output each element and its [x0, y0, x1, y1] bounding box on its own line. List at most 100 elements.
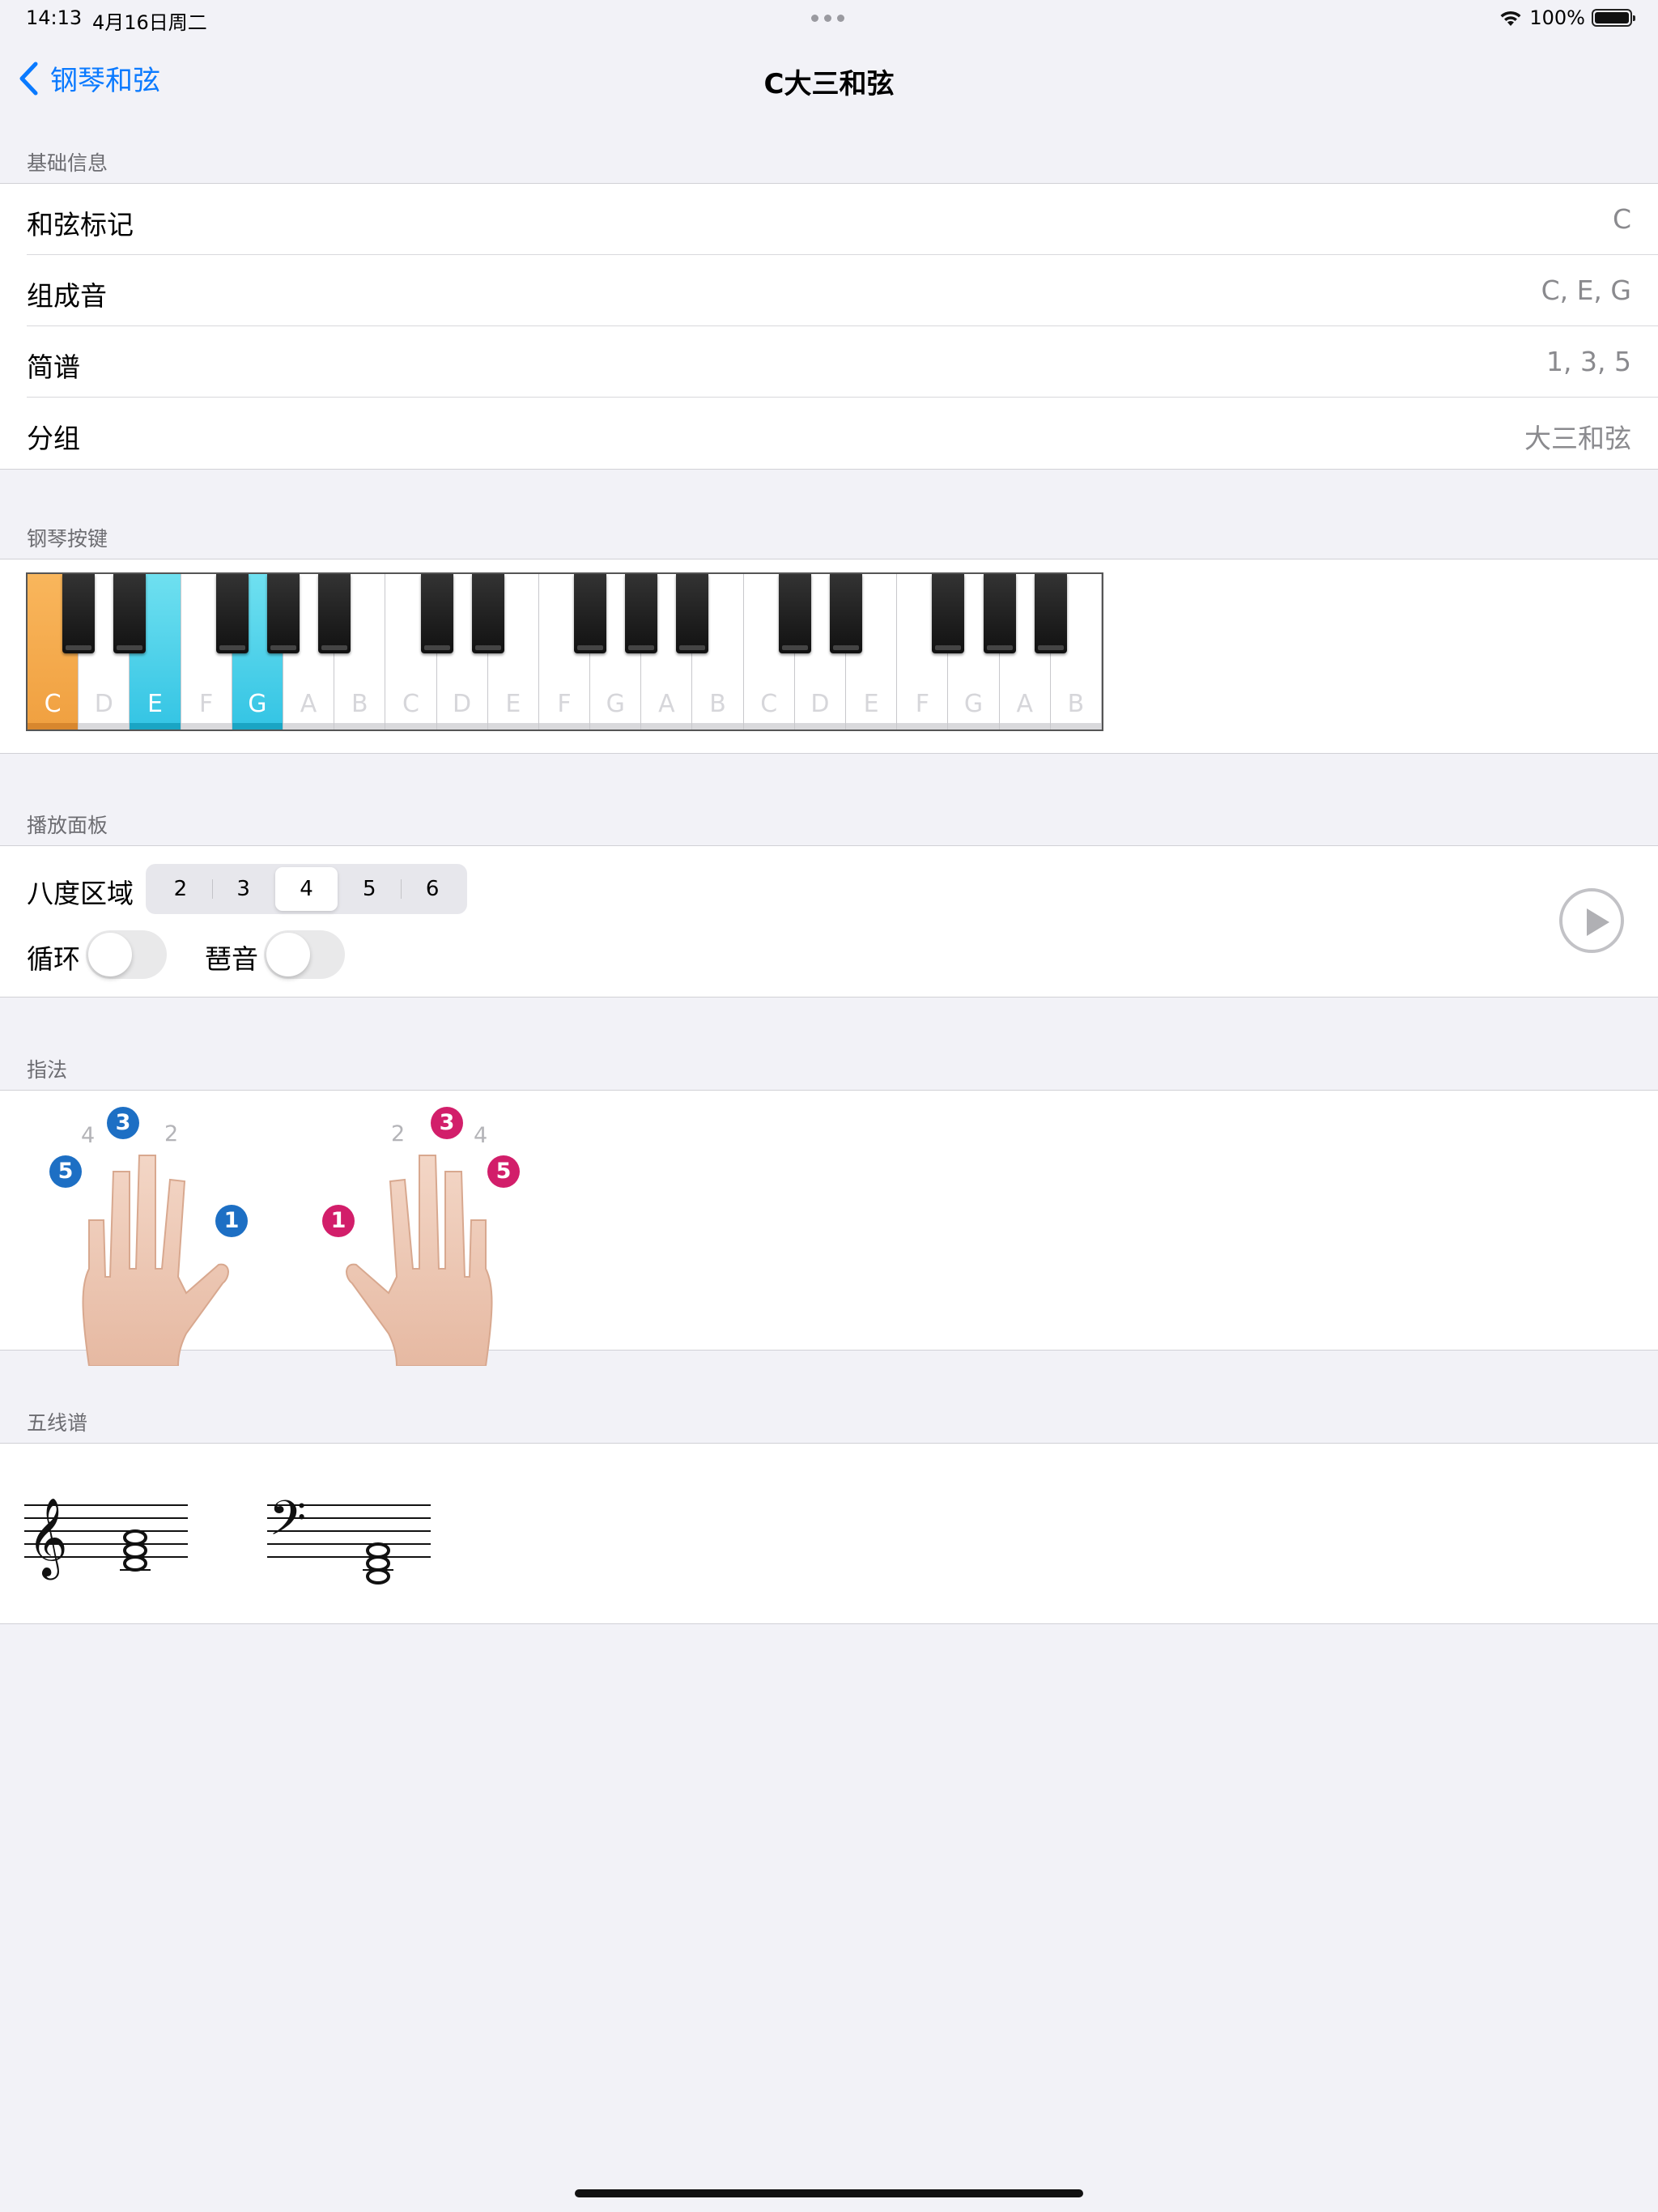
piano-black-key[interactable] [830, 574, 863, 653]
piano-key-label: F [199, 690, 214, 718]
piano-key-label: F [557, 690, 572, 718]
right-finger-1-badge: 1 [322, 1205, 355, 1237]
info-label: 简谱 [27, 351, 80, 383]
piano-black-key[interactable] [932, 574, 965, 653]
staff-header: 五线谱 [27, 1411, 88, 1435]
info-label: 和弦标记 [27, 209, 134, 240]
battery-percent: 100% [1529, 6, 1585, 29]
octave-segmented-control[interactable]: 2 3 4 5 6 [146, 864, 467, 914]
home-indicator[interactable] [575, 2189, 1083, 2197]
piano-key-label: A [1016, 690, 1033, 718]
battery-icon [1592, 9, 1635, 27]
piano-key-label: A [300, 690, 317, 718]
piano-key-label: C [44, 690, 62, 718]
left-finger-5-badge: 5 [49, 1155, 82, 1188]
right-finger-5-badge: 5 [487, 1155, 520, 1188]
piano-key-label: A [658, 690, 675, 718]
left-finger-4: 4 [81, 1123, 96, 1148]
octave-option-4[interactable]: 4 [274, 867, 338, 911]
left-finger-2: 2 [164, 1121, 179, 1146]
info-label: 组成音 [27, 280, 107, 312]
octave-option-3[interactable]: 3 [211, 867, 275, 911]
treble-staff: 𝄞 [24, 1497, 188, 1580]
info-row-notes: 组成音 C, E, G [27, 255, 1658, 326]
piano-key-label: D [453, 690, 472, 718]
bass-clef-icon: 𝄢 [269, 1490, 306, 1558]
fingering-header: 指法 [27, 1058, 68, 1082]
piano-key-label: E [505, 690, 521, 718]
wifi-icon [1500, 11, 1521, 26]
octave-label: 八度区域 [27, 878, 134, 909]
treble-clef-icon: 𝄞 [28, 1497, 68, 1580]
multitasking-dots-icon[interactable] [811, 15, 844, 22]
piano-key-label: G [606, 690, 625, 718]
navigation-bar: 钢琴和弦 C大三和弦 [0, 39, 1658, 120]
piano-black-key[interactable] [625, 574, 658, 653]
piano-card: CDEFGABCDEFGABCDEFGAB [0, 559, 1658, 754]
arpeggio-label: 琶音 [205, 943, 258, 975]
play-panel-card: 八度区域 2 3 4 5 6 循环 琶音 [0, 845, 1658, 998]
treble-chord-notes [123, 1529, 147, 1572]
basic-info-header: 基础信息 [27, 151, 108, 175]
piano-black-key[interactable] [215, 574, 249, 653]
piano-key-label: D [810, 690, 830, 718]
basic-info-card: 和弦标记 C 组成音 C, E, G 简谱 1, 3, 5 分组 大三和弦 [0, 183, 1658, 470]
piano-key-label: B [709, 690, 726, 718]
piano-keys-header: 钢琴按键 [27, 527, 108, 551]
piano-keyboard[interactable]: CDEFGABCDEFGABCDEFGAB [26, 572, 1103, 731]
piano-key-label: B [1067, 690, 1085, 718]
info-value: C, E, G [1541, 274, 1631, 306]
right-hand-icon [346, 1155, 493, 1366]
bass-staff: 𝄢 [267, 1490, 431, 1585]
piano-key-label: G [248, 690, 267, 718]
info-row-chord-symbol: 和弦标记 C [27, 184, 1658, 255]
piano-black-key[interactable] [676, 574, 709, 653]
piano-key-label: G [963, 690, 984, 718]
info-row-numbered-notation: 简谱 1, 3, 5 [27, 326, 1658, 398]
piano-black-key[interactable] [574, 574, 607, 653]
right-finger-4: 4 [474, 1123, 488, 1148]
octave-option-2[interactable]: 2 [149, 867, 212, 911]
left-hand-icon [82, 1155, 229, 1366]
right-finger-3-badge: 3 [431, 1107, 463, 1139]
loop-toggle[interactable] [86, 930, 167, 979]
piano-black-key[interactable] [266, 574, 300, 653]
piano-black-key[interactable] [983, 574, 1016, 653]
status-bar: 14:13 4月16日周二 100% [0, 0, 1658, 39]
play-button[interactable] [1559, 888, 1624, 953]
bass-chord-notes [366, 1542, 390, 1585]
piano-key-label: B [351, 690, 368, 718]
status-date: 4月16日周二 [92, 11, 207, 34]
arpeggio-toggle[interactable] [264, 930, 345, 979]
piano-black-key[interactable] [62, 574, 96, 653]
right-finger-2: 2 [391, 1121, 406, 1146]
staff-card: 𝄞 𝄢 [0, 1443, 1658, 1624]
page-title: C大三和弦 [763, 68, 895, 100]
octave-option-6[interactable]: 6 [401, 867, 464, 911]
piano-black-key[interactable] [471, 574, 504, 653]
left-finger-1-badge: 1 [215, 1205, 248, 1237]
piano-key-label: C [760, 690, 778, 718]
info-row-group: 分组 大三和弦 [27, 398, 1658, 469]
piano-black-key[interactable] [318, 574, 351, 653]
play-panel-header: 播放面板 [27, 814, 108, 837]
piano-key-label: C [402, 690, 419, 718]
piano-key-label: F [915, 690, 929, 718]
fingering-card: 4 2 5 3 1 2 4 1 3 5 [0, 1090, 1658, 1366]
info-value: C [1612, 203, 1631, 235]
loop-label: 循环 [27, 943, 80, 975]
piano-key-label: D [94, 690, 113, 718]
info-label: 分组 [27, 423, 80, 454]
piano-black-key[interactable] [113, 574, 147, 653]
piano-black-key[interactable] [420, 574, 453, 653]
status-indicators: 100% [1499, 6, 1635, 29]
piano-black-key[interactable] [778, 574, 811, 653]
piano-key-label: E [147, 690, 163, 718]
info-value: 1, 3, 5 [1546, 346, 1631, 377]
piano-key-label: E [863, 690, 879, 718]
octave-option-5[interactable]: 5 [338, 867, 401, 911]
status-time: 14:13 [26, 6, 83, 29]
info-value: 大三和弦 [1524, 423, 1631, 454]
piano-black-key[interactable] [1034, 574, 1067, 653]
left-finger-3-badge: 3 [107, 1107, 139, 1139]
